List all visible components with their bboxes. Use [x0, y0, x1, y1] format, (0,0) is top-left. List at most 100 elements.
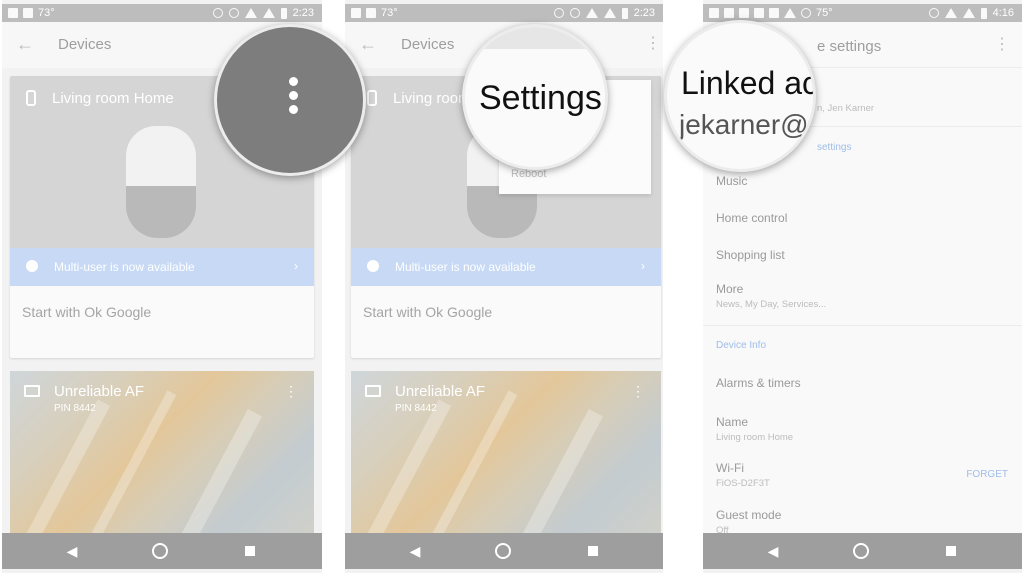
back-nav-icon[interactable]: ◀ [763, 542, 783, 560]
device-info-header: Device Info [716, 340, 767, 351]
item-subtitle: News, My Day, Services... [716, 299, 827, 310]
magnifier-overflow-menu [214, 24, 366, 176]
recents-nav-icon[interactable] [245, 546, 255, 556]
facebook-icon [769, 8, 779, 18]
bluetooth-icon [553, 8, 564, 18]
add-user-icon [26, 260, 38, 272]
bluetooth-icon [928, 8, 939, 18]
wifi-icon [585, 8, 598, 18]
settings-item-shopping-list[interactable]: Shopping list [716, 248, 1006, 262]
tv-pin: PIN 8442 [54, 403, 96, 414]
tv-device-card[interactable]: Unreliable AF PIN 8442 ⋮ [351, 371, 661, 533]
battery-icon [280, 7, 287, 19]
temperature-text: 73° [38, 7, 55, 19]
tv-pin: PIN 8442 [395, 403, 437, 414]
magnifier-linked-account: Linked ac jekarner@ [664, 20, 816, 172]
more-vert-icon[interactable]: ⋮ [631, 383, 645, 400]
nav-bar: ◀ [2, 533, 322, 569]
recents-nav-icon[interactable] [588, 546, 598, 556]
clock-text: 2:23 [292, 7, 314, 19]
more-vert-icon[interactable] [289, 77, 298, 86]
photo-icon [366, 8, 376, 18]
settings-item-name[interactable]: Name Living room Home [716, 415, 1006, 443]
ok-google-text[interactable]: Start with Ok Google [22, 304, 151, 320]
tv-device-card[interactable]: Unreliable AF PIN 8442 ⋮ [10, 371, 314, 533]
item-title: More [716, 282, 744, 296]
settings-item-alarms[interactable]: Alarms & timers [716, 376, 1006, 390]
heart-icon [801, 8, 811, 18]
item-title: Name [716, 415, 749, 429]
facebook-icon [709, 8, 719, 18]
photo-icon [23, 8, 33, 18]
forget-button[interactable]: FORGET [966, 469, 1008, 480]
linked-accounts-label: Linked ac [681, 65, 816, 101]
terrain-texture [10, 399, 111, 533]
clock-text: 2:23 [633, 7, 655, 19]
section-header: settings [817, 142, 852, 153]
divider [703, 325, 1022, 326]
item-title: Home control [716, 211, 788, 225]
banner-text: Multi-user is now available [54, 260, 195, 274]
item-title: Guest mode [716, 508, 782, 522]
settings-item-wifi[interactable]: Wi-Fi FiOS-D2F3T [716, 461, 1006, 489]
item-title: Wi-Fi [716, 461, 744, 475]
more-vert-icon[interactable]: ⋮ [284, 383, 298, 400]
back-nav-icon[interactable]: ◀ [62, 542, 82, 560]
tv-name: Unreliable AF [395, 383, 486, 400]
status-bar: 73° 2:23 [345, 4, 663, 22]
speaker-icon [26, 90, 36, 106]
settings-item-more[interactable]: More News, My Day, Services... [716, 282, 1006, 310]
temperature-text: 75° [816, 7, 833, 19]
home-nav-icon[interactable] [152, 543, 168, 559]
magnifier-settings: Settings [462, 24, 608, 170]
nav-bar: ◀ [703, 533, 1022, 569]
home-nav-icon[interactable] [495, 543, 511, 559]
more-vert-icon[interactable]: ⋮ [994, 34, 1010, 54]
item-subtitle: FiOS-D2F3T [716, 478, 770, 489]
image-icon [8, 8, 18, 18]
bluetooth-icon [212, 8, 223, 18]
wifi-icon [244, 8, 257, 18]
terrain-texture [153, 408, 263, 533]
signal-icon [603, 8, 616, 18]
banner-text: Multi-user is now available [395, 260, 536, 274]
settings-item-guest-mode[interactable]: Guest mode Off [716, 508, 1006, 536]
settings-item-music[interactable]: Music [716, 174, 1006, 188]
recents-nav-icon[interactable] [946, 546, 956, 556]
clock-text: 4:16 [992, 7, 1014, 19]
add-user-icon [367, 260, 379, 272]
back-arrow-icon[interactable]: ← [359, 34, 379, 54]
battery-icon [621, 7, 628, 19]
back-nav-icon[interactable]: ◀ [405, 542, 425, 560]
battery-icon [980, 7, 987, 19]
alarm-icon [228, 8, 239, 18]
linked-account-email: jekarner@ [679, 109, 809, 140]
multi-user-banner[interactable]: Multi-user is now available › [351, 248, 661, 286]
flag-icon [784, 8, 796, 18]
status-bar: 73° 2:23 [2, 4, 322, 22]
magnified-header [465, 27, 605, 49]
chevron-right-icon: › [294, 259, 298, 273]
more-vert-dot [289, 91, 298, 100]
more-vert-icon[interactable]: ⋮ [645, 34, 661, 54]
linked-account-name: n, Jen Karner [817, 103, 875, 114]
speaker-icon [367, 90, 377, 106]
linked-account-row[interactable]: n, Jen Karner [817, 100, 1022, 114]
settings-item-home-control[interactable]: Home control [716, 211, 1006, 225]
item-subtitle: Living room Home [716, 432, 794, 443]
signal-icon [262, 8, 275, 18]
menu-item-settings[interactable]: Settings [479, 79, 602, 118]
google-home-base [126, 186, 196, 238]
item-title: Alarms & timers [716, 376, 801, 390]
multi-user-banner[interactable]: Multi-user is now available › [10, 248, 314, 286]
ok-google-text[interactable]: Start with Ok Google [363, 304, 492, 320]
terrain-texture [494, 408, 604, 533]
more-vert-dot [289, 105, 298, 114]
alarm-icon [569, 8, 580, 18]
item-title: Shopping list [716, 248, 785, 262]
image-icon [351, 8, 361, 18]
home-nav-icon[interactable] [853, 543, 869, 559]
device-name: Living room Home [52, 90, 174, 107]
status-bar: 75° 4:16 [703, 4, 1022, 22]
back-arrow-icon[interactable]: ← [16, 34, 36, 54]
